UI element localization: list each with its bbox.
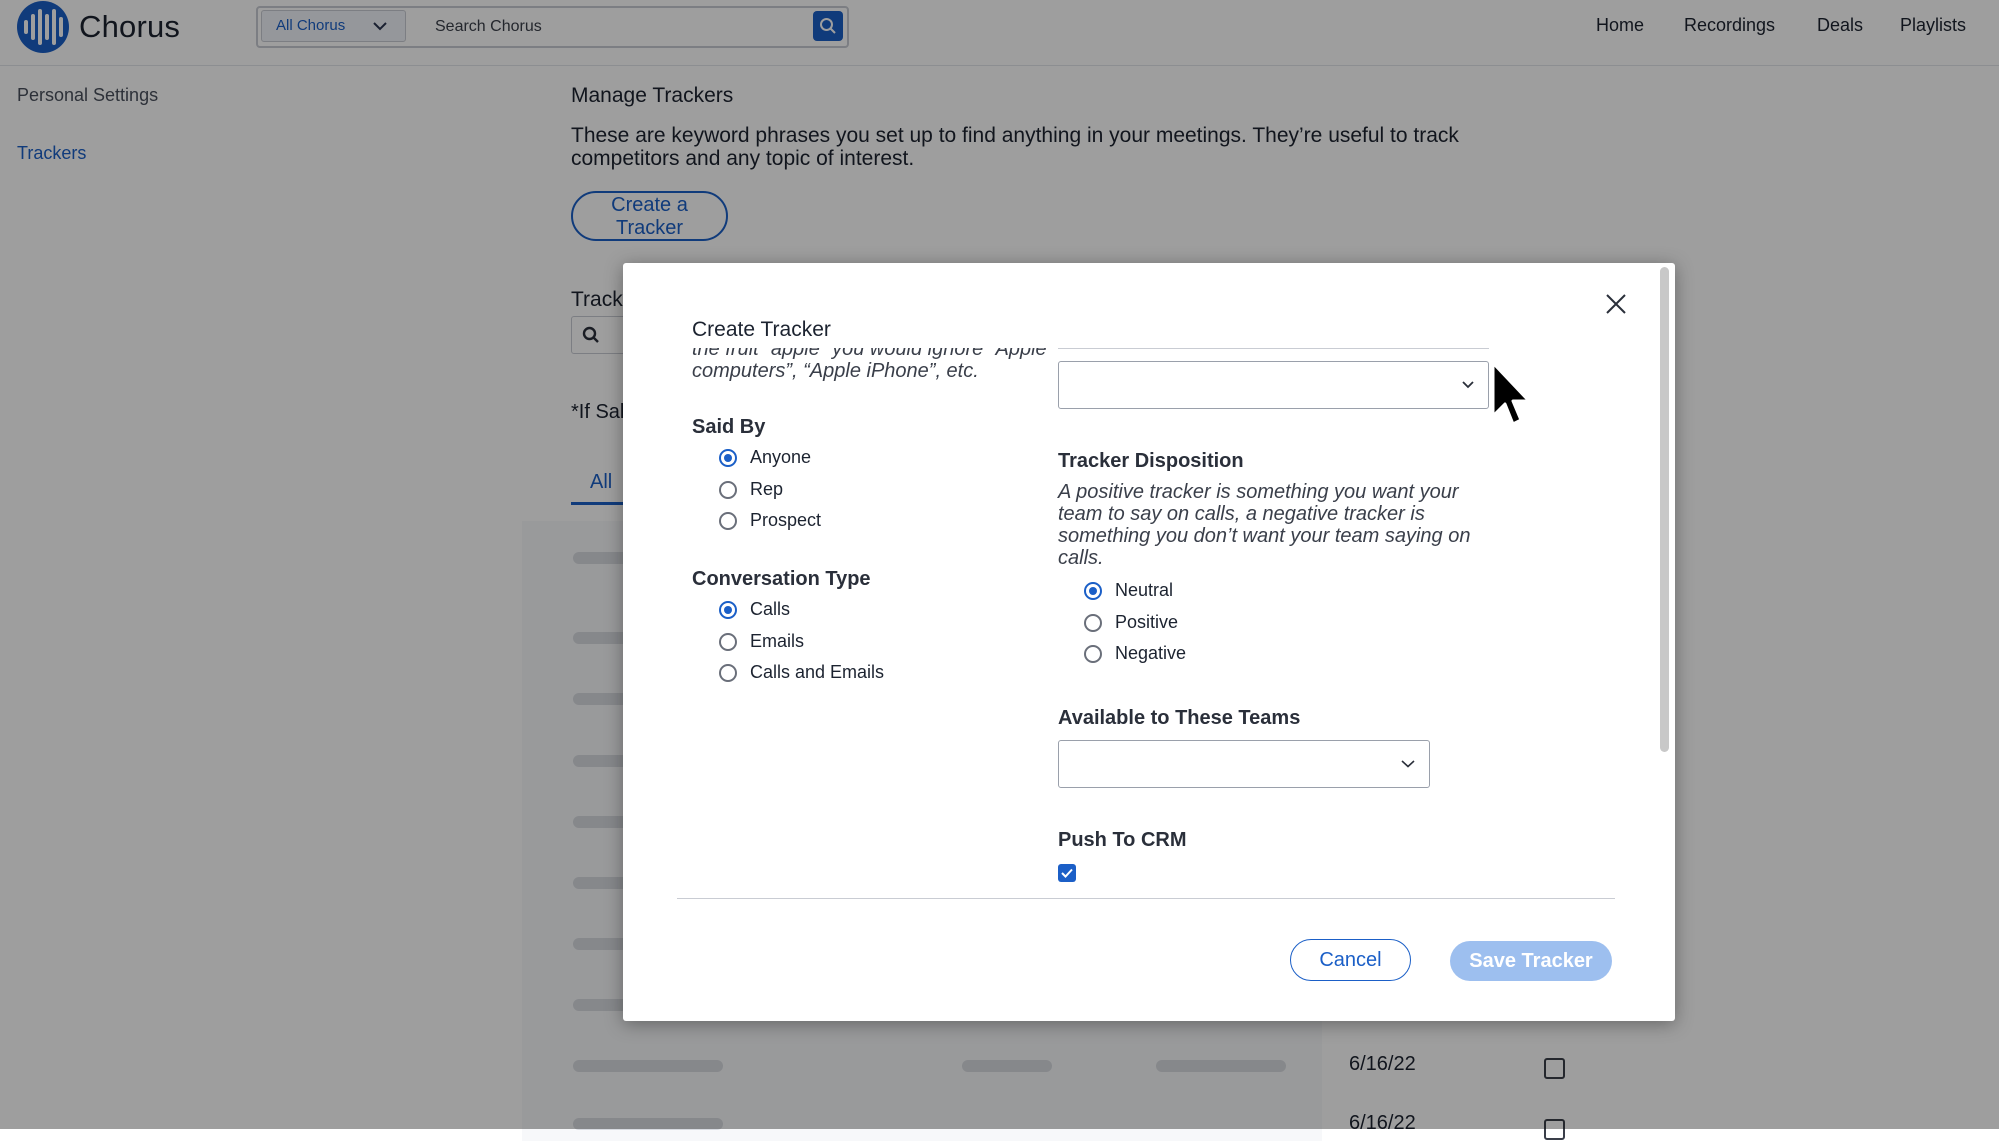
save-tracker-button[interactable]: Save Tracker [1450, 941, 1612, 981]
disposition-neutral-radio[interactable]: Neutral [1084, 580, 1173, 601]
radio-icon [719, 480, 737, 499]
chevron-down-icon [1462, 376, 1474, 394]
disposition-option-label: Positive [1115, 612, 1179, 632]
said-by-prospect-radio[interactable]: Prospect [719, 510, 821, 531]
footer-divider [677, 898, 1615, 899]
radio-icon [719, 511, 737, 530]
chevron-down-icon [1401, 755, 1415, 773]
said-by-option-label: Rep [750, 479, 784, 499]
said-by-option-label: Anyone [750, 447, 812, 467]
conversation-emails-radio[interactable]: Emails [719, 631, 804, 652]
said-by-rep-radio[interactable]: Rep [719, 479, 783, 500]
close-button[interactable] [1602, 290, 1630, 318]
disposition-negative-radio[interactable]: Negative [1084, 643, 1186, 664]
conversation-calls-radio[interactable]: Calls [719, 599, 790, 620]
said-by-label: Said By [692, 416, 766, 438]
available-teams-select[interactable] [1058, 740, 1430, 788]
dialog-body: the fruit “apple” you would ignore “Appl… [677, 348, 1617, 900]
said-by-anyone-radio[interactable]: Anyone [719, 447, 811, 468]
category-select[interactable] [1058, 361, 1489, 409]
radio-icon [1084, 613, 1102, 632]
radio-icon [1084, 644, 1102, 663]
said-by-option-label: Prospect [750, 510, 822, 530]
conversation-option-label: Calls [750, 599, 791, 619]
disposition-option-label: Neutral [1115, 580, 1174, 600]
mouse-cursor-icon [1490, 360, 1532, 437]
available-teams-label: Available to These Teams [1058, 707, 1301, 729]
cancel-button[interactable]: Cancel [1290, 939, 1411, 981]
dialog-title: Create Tracker [692, 318, 831, 341]
close-icon [1606, 294, 1626, 314]
radio-icon [719, 663, 737, 682]
push-to-crm-checkbox[interactable] [1058, 864, 1076, 882]
tracker-disposition-label: Tracker Disposition [1058, 450, 1244, 472]
checkmark-icon [1061, 868, 1073, 878]
conversation-option-label: Calls and Emails [750, 662, 885, 682]
tracker-disposition-description: A positive tracker is something you want… [1058, 481, 1471, 569]
field-divider [1058, 348, 1489, 349]
push-to-crm-label: Push To CRM [1058, 829, 1187, 851]
disposition-option-label: Negative [1115, 643, 1187, 663]
radio-selected-icon [1084, 581, 1102, 600]
radio-selected-icon [719, 600, 737, 619]
dialog-scrollbar[interactable] [1660, 267, 1669, 752]
conversation-calls-and-emails-radio[interactable]: Calls and Emails [719, 662, 884, 683]
radio-icon [719, 632, 737, 651]
conversation-type-label: Conversation Type [692, 568, 871, 590]
conversation-option-label: Emails [750, 631, 805, 651]
disposition-positive-radio[interactable]: Positive [1084, 612, 1178, 633]
radio-selected-icon [719, 448, 737, 467]
